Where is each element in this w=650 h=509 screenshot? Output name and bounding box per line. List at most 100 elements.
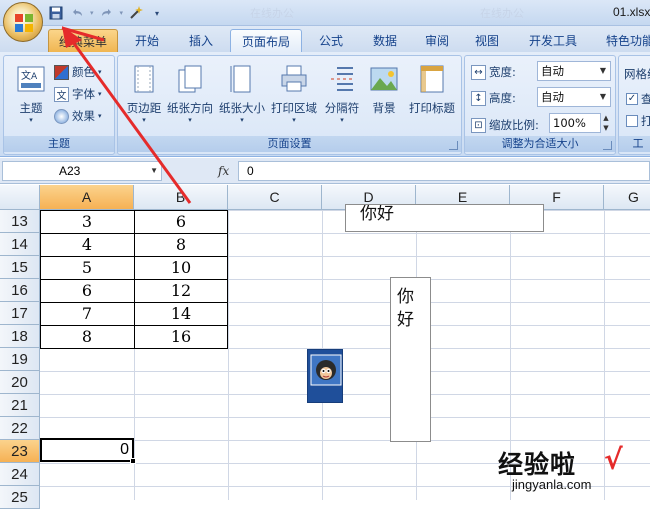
page-setup-group-label: 页面设置 — [118, 136, 461, 152]
page-setup-launcher-icon[interactable] — [449, 141, 458, 150]
orientation-button[interactable]: 纸张方向 ▾ — [166, 62, 214, 128]
avatar-image[interactable] — [307, 349, 343, 403]
margins-button[interactable]: 页边距 ▾ — [120, 62, 168, 128]
cell-a13[interactable]: 3 — [40, 210, 134, 233]
row-header-16[interactable]: 16 — [0, 279, 40, 302]
cell-a16[interactable]: 6 — [40, 279, 134, 302]
checkbox-checked-icon: ✓ — [626, 93, 638, 105]
theme-fonts-button[interactable]: 文 字体 ▾ — [54, 84, 102, 104]
office-button[interactable] — [3, 2, 43, 42]
magic-wand-icon[interactable] — [128, 5, 144, 21]
cell-b16[interactable]: 12 — [134, 279, 228, 302]
row-header-15[interactable]: 15 — [0, 256, 40, 279]
width-select[interactable]: 自动 ▼ — [537, 61, 611, 81]
checkmark-icon: √ — [604, 443, 623, 476]
tab-special-features[interactable]: 特色功能 — [596, 29, 650, 52]
save-icon[interactable] — [48, 5, 64, 21]
print-titles-button[interactable]: 打印标题 — [408, 62, 456, 128]
row-header-18[interactable]: 18 — [0, 325, 40, 348]
scale-input[interactable]: 100% — [549, 113, 601, 133]
column-header-b[interactable]: B — [134, 185, 228, 210]
row-header-17[interactable]: 17 — [0, 302, 40, 325]
row-header-14[interactable]: 14 — [0, 233, 40, 256]
svg-text:A: A — [31, 72, 38, 82]
select-all-corner[interactable] — [0, 185, 40, 210]
column-header-g[interactable]: G — [604, 185, 650, 210]
theme-effects-button[interactable]: 效果 ▾ — [54, 106, 102, 126]
row-header-19[interactable]: 19 — [0, 348, 40, 371]
background-image-icon — [370, 67, 398, 91]
insert-function-icon[interactable]: fx — [218, 164, 229, 178]
text-box-vertical[interactable]: 你 好 — [390, 277, 431, 442]
column-header-a[interactable]: A — [40, 185, 134, 210]
tab-insert[interactable]: 插入 — [176, 29, 226, 52]
chevron-down-icon: ▾ — [292, 116, 296, 124]
width-label: ↔ 宽度: — [471, 62, 516, 82]
watermark-url: jingyanla.com — [512, 477, 592, 492]
breaks-button[interactable]: 分隔符 ▾ — [318, 62, 366, 128]
tab-review[interactable]: 审阅 — [414, 29, 460, 52]
ribbon-tabs: 经典菜单 开始 插入 页面布局 公式 数据 审阅 视图 开发工具 特色功能 — [0, 26, 650, 52]
cell-a18[interactable]: 8 — [40, 325, 134, 348]
scale-to-fit-group: ↔ 宽度: 自动 ▼ ↕ 高度: 自动 ▼ ⊡ 缩放比例: 100% ▲ ▼ 调整… — [464, 55, 616, 155]
undo-icon[interactable] — [69, 5, 85, 21]
cell-b18[interactable]: 16 — [134, 325, 228, 348]
redo-icon[interactable] — [99, 5, 115, 21]
gridlines-view-checkbox[interactable]: ✓ 查 — [626, 89, 650, 109]
fonts-icon: 文 — [54, 86, 69, 102]
tab-developer[interactable]: 开发工具 — [514, 29, 592, 52]
printer-icon — [281, 65, 307, 92]
breaks-icon — [331, 67, 355, 91]
name-box[interactable]: A23 ▼ — [2, 161, 162, 181]
tab-formulas[interactable]: 公式 — [306, 29, 356, 52]
scale-group-label: 调整为合适大小 — [465, 136, 615, 152]
cell-a17[interactable]: 7 — [40, 302, 134, 325]
height-select[interactable]: 自动 ▼ — [537, 87, 611, 107]
cell-a23-active[interactable]: 0 — [40, 438, 134, 462]
background-button[interactable]: 背景 — [360, 62, 408, 128]
row-header-22[interactable]: 22 — [0, 417, 40, 440]
tab-view[interactable]: 视图 — [464, 29, 510, 52]
text-box-horizontal-text: 你好 — [360, 204, 394, 224]
tab-page-layout[interactable]: 页面布局 — [230, 29, 302, 52]
tab-data[interactable]: 数据 — [360, 29, 410, 52]
chevron-down-icon: ▾ — [29, 116, 33, 124]
scale-label: ⊡ 缩放比例: — [471, 115, 539, 135]
cell-b15[interactable]: 10 — [134, 256, 228, 279]
text-box-horizontal[interactable]: 你好 — [345, 204, 544, 232]
scale-icon: ⊡ — [471, 117, 486, 133]
sheet-options-group-label: 工 — [619, 136, 650, 152]
gridlines-print-checkbox[interactable]: 打 — [626, 111, 650, 131]
scale-spinner[interactable]: ▲ ▼ — [601, 113, 611, 133]
qat-customize-icon[interactable]: ▾ — [155, 9, 159, 18]
undo-dropdown-icon[interactable]: ▾ — [90, 9, 94, 17]
formula-input[interactable]: 0 — [238, 161, 650, 181]
themes-group: 文A 主题 ▾ 颜色 ▾ 文 字体 ▾ 效果 ▾ 主题 — [3, 55, 115, 155]
text-box-vertical-line-1: 你 — [397, 287, 414, 307]
print-area-button[interactable]: 打印区域 ▾ — [270, 62, 318, 128]
row-header-20[interactable]: 20 — [0, 371, 40, 394]
row-header-25[interactable]: 25 — [0, 486, 40, 509]
row-header-23[interactable]: 23 — [0, 440, 40, 463]
themes-button[interactable]: 文A 主题 ▾ — [7, 62, 55, 128]
row-header-21[interactable]: 21 — [0, 394, 40, 417]
cell-b13[interactable]: 6 — [134, 210, 228, 233]
cell-b17[interactable]: 14 — [134, 302, 228, 325]
size-button[interactable]: 纸张大小 ▾ — [218, 62, 266, 128]
chevron-down-icon: ▼ — [599, 66, 607, 75]
fill-handle[interactable] — [130, 458, 136, 464]
column-header-c[interactable]: C — [228, 185, 322, 210]
window-title: 01.xlsx — [613, 5, 650, 19]
cell-a15[interactable]: 5 — [40, 256, 134, 279]
cell-a14[interactable]: 4 — [40, 233, 134, 256]
redo-dropdown-icon[interactable]: ▾ — [120, 9, 124, 17]
theme-colors-button[interactable]: 颜色 ▾ — [54, 62, 102, 82]
tab-classic-menu[interactable]: 经典菜单 — [48, 29, 118, 52]
chevron-down-icon: ▼ — [150, 166, 158, 175]
scale-launcher-icon[interactable] — [603, 141, 612, 150]
tab-home[interactable]: 开始 — [122, 29, 172, 52]
cell-b14[interactable]: 8 — [134, 233, 228, 256]
row-header-13[interactable]: 13 — [0, 210, 40, 233]
colors-icon — [54, 64, 69, 80]
row-header-24[interactable]: 24 — [0, 463, 40, 486]
